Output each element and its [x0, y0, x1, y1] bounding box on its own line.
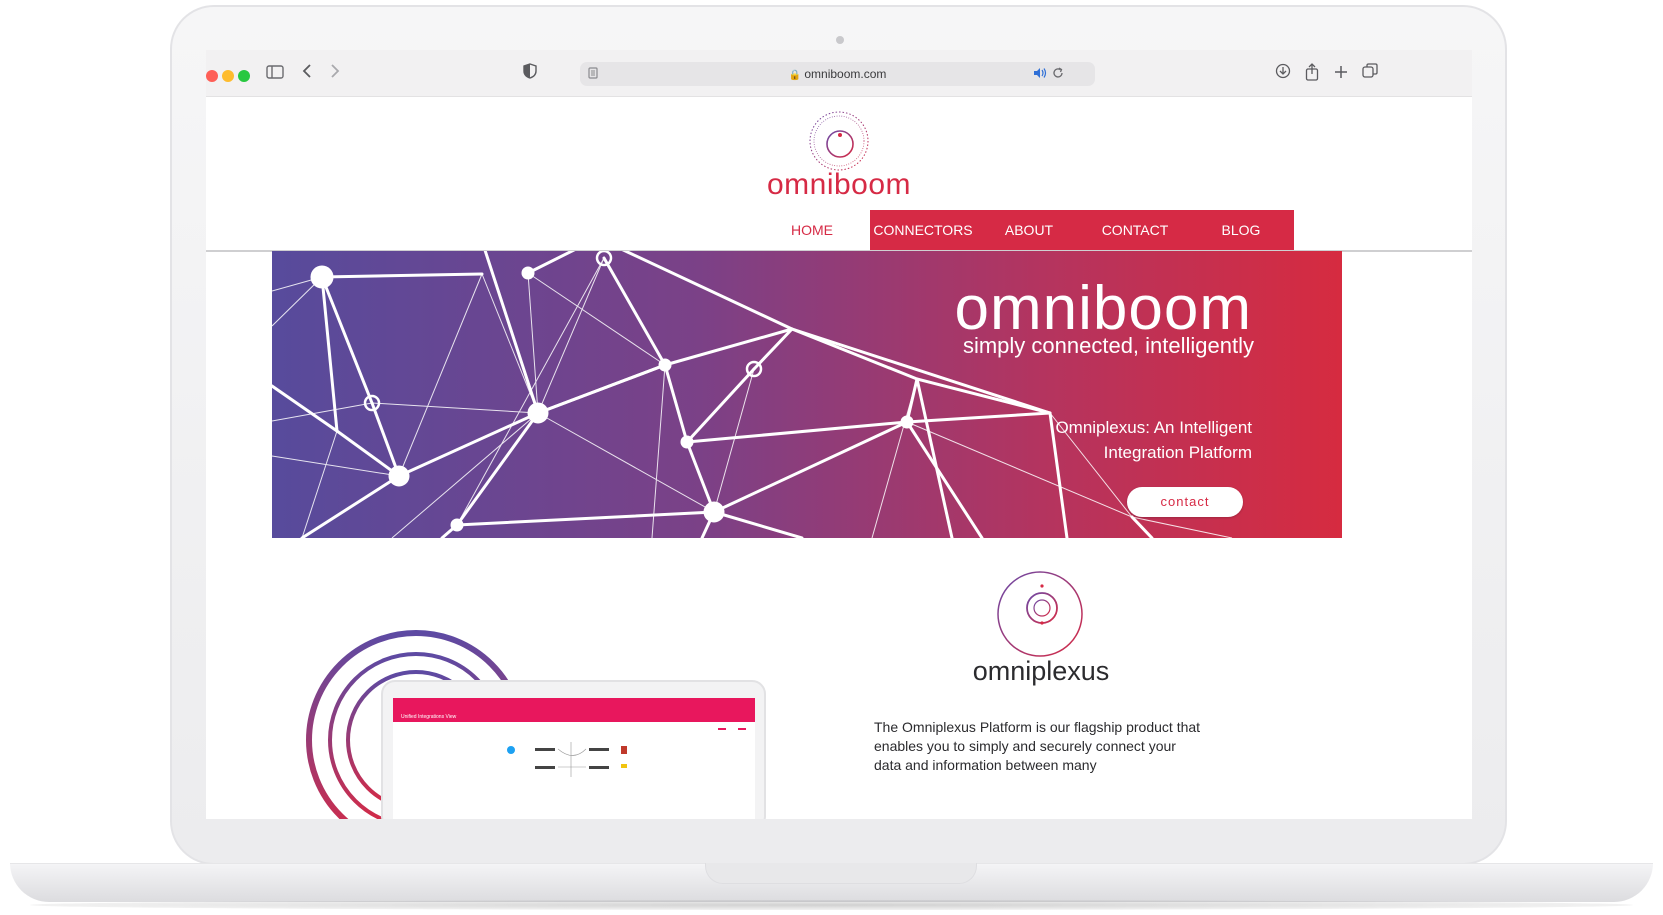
back-icon[interactable] [298, 63, 316, 85]
twitter-icon [507, 746, 515, 754]
nav-contact[interactable]: CONTACT [1082, 210, 1188, 250]
new-tab-icon[interactable] [1331, 63, 1351, 85]
mini-app-title: Unified Integrations View [401, 714, 457, 720]
download-icon[interactable] [1273, 63, 1293, 85]
mini-app-screen: Unified Integrations View [393, 698, 755, 819]
browser-toolbar: 🔒 omniboom.com [206, 50, 1472, 97]
nav-bar: CONNECTORS ABOUT CONTACT BLOG [870, 210, 1294, 250]
product-description: The Omniplexus Platform is our flagship … [874, 719, 1201, 773]
site-brand[interactable]: omniboom [206, 168, 1472, 202]
camera-dot [836, 36, 844, 44]
nav-connectors[interactable]: CONNECTORS [870, 210, 976, 250]
hero-contact-button[interactable]: contact [1127, 487, 1243, 517]
share-icon[interactable] [1302, 63, 1322, 85]
tab-overview-icon[interactable] [1360, 63, 1380, 85]
url-text: 🔒 omniboom.com [580, 62, 1095, 88]
hero-description-line1: Omniplexus: An Intelligent [1055, 418, 1252, 437]
omniplexus-logo-icon [997, 571, 1083, 657]
omniboom-logo-icon [809, 111, 869, 171]
privacy-shield-icon[interactable] [520, 63, 540, 85]
hero-subtitle: simply connected, intelligently [962, 333, 1254, 358]
lock-icon: 🔒 [788, 70, 802, 81]
maximize-window-button[interactable] [238, 70, 250, 82]
mini-app-bar: Unified Integrations View [393, 698, 755, 722]
nav-blog[interactable]: BLOG [1188, 210, 1294, 250]
hero-banner: omniboom simply connected, intelligently… [272, 251, 1342, 538]
laptop-shadow [30, 900, 1633, 910]
browser-screen: 🔒 omniboom.com omniboom HOME CONNECTORS … [206, 50, 1472, 819]
sidebar-icon[interactable] [264, 63, 286, 85]
mini-laptop-mockup: Unified Integrations View [381, 680, 766, 819]
mini-app-diagram [507, 728, 746, 777]
address-bar[interactable]: 🔒 omniboom.com [580, 62, 1095, 86]
url-label: omniboom.com [804, 67, 887, 81]
close-window-button[interactable] [206, 70, 218, 82]
mini-database-icon [621, 746, 627, 754]
hero-description: Omniplexus: An Intelligent Integration P… [992, 415, 1252, 465]
forward-icon[interactable] [326, 63, 344, 85]
product-name: omniplexus [972, 656, 1110, 686]
minimize-window-button[interactable] [222, 70, 234, 82]
nav-about[interactable]: ABOUT [976, 210, 1082, 250]
speaker-icon[interactable] [1032, 63, 1048, 85]
reload-icon[interactable] [1050, 63, 1066, 85]
laptop-notch [705, 863, 977, 884]
nav-home[interactable]: HOME [754, 210, 870, 250]
hero-description-line2: Integration Platform [1103, 443, 1252, 462]
